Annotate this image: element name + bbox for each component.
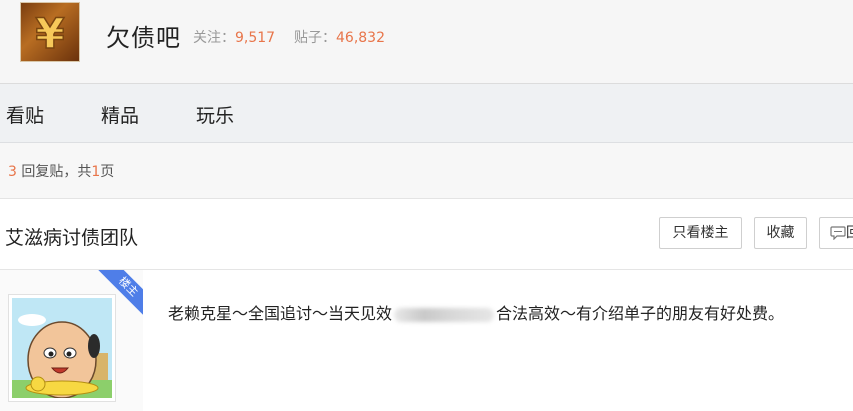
forum-logo[interactable]: ¥ [20,2,80,62]
posts-label: 贴子： [294,30,336,46]
first-post: 楼主 老赖克星～全国追讨～当天见效 合法高效～有介绍单子的朋友有好处费。 [0,270,853,411]
follow-stat: 关注：9,517 [193,27,275,47]
thread-header: 艾滋病讨债团队 只看楼主 收藏 回 [0,199,853,270]
page-label: 页 [100,164,115,180]
post-text-after: 合法高效～有介绍单子的朋友有好处费。 [496,304,785,323]
comment-icon [830,226,846,241]
reply-summary: 3 回复贴，共1页 [8,161,114,181]
favorite-button[interactable]: 收藏 [754,217,807,249]
page-count: 1 [91,164,101,180]
cartoon-avatar [12,298,112,398]
post-content: 老赖克星～全国追讨～当天见效 合法高效～有介绍单子的朋友有好处费。 [168,300,784,324]
avatar[interactable] [8,294,116,402]
thread-title: 艾滋病讨债团队 [5,227,139,249]
pager-bar: 3 回复贴，共1页 [0,143,853,199]
svg-text:¥: ¥ [35,9,64,55]
forum-nav: 看贴 精品 玩乐 [0,84,853,143]
posts-count: 46,832 [336,30,385,46]
yuan-logo-icon: ¥ [35,9,66,55]
reply-label: 回复贴，共 [16,164,92,180]
follow-label: 关注： [193,30,235,46]
reply-button-label: 回 [846,225,853,241]
forum-name[interactable]: 欠债吧 [106,18,181,53]
author-column: 楼主 [0,270,143,411]
post-text-before: 老赖克星～全国追讨～当天见效 [168,304,393,323]
follow-count: 9,517 [235,30,276,46]
only-op-button[interactable]: 只看楼主 [659,217,742,249]
blurred-contact [394,307,495,322]
reply-count: 3 [8,164,17,180]
posts-stat: 贴子：46,832 [294,27,385,47]
tab-view-posts[interactable]: 看贴 [6,101,44,128]
tab-fun[interactable]: 玩乐 [196,101,234,128]
reply-button[interactable]: 回 [819,217,853,249]
forum-header: ¥ 欠债吧 关注：9,517 贴子：46,832 [0,0,853,84]
tab-featured[interactable]: 精品 [101,101,139,128]
